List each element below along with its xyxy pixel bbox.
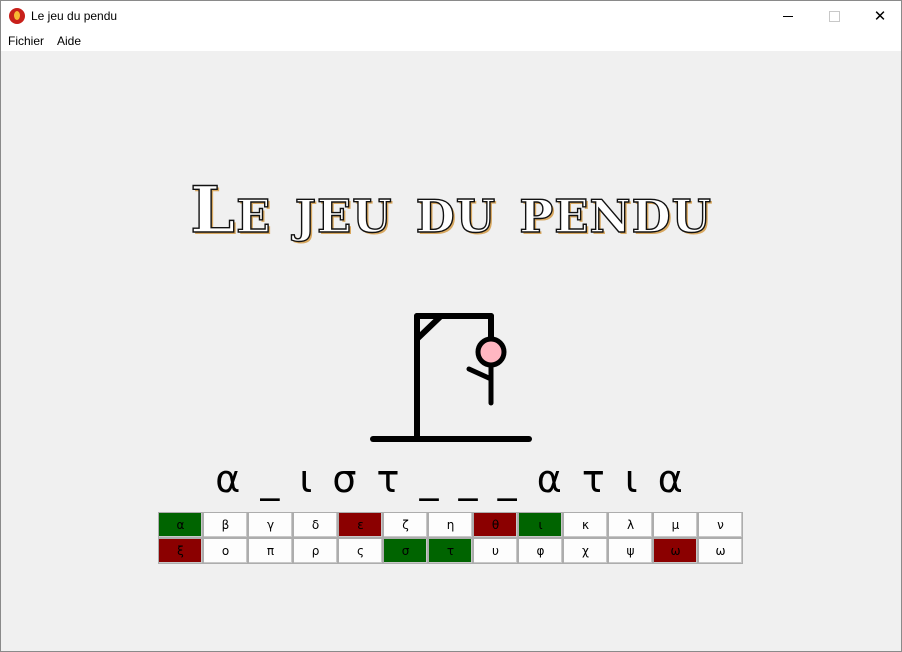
menu-help[interactable]: Aide <box>57 34 81 48</box>
gallows-brace <box>414 313 444 342</box>
flame-icon <box>9 8 25 24</box>
letter-key[interactable]: χ <box>563 538 608 564</box>
letter-key[interactable]: ο <box>203 538 248 564</box>
letter-key[interactable]: σ <box>383 538 428 564</box>
gallows-drawing <box>370 313 532 442</box>
game-heading: Le jeu du pendu <box>189 172 712 248</box>
letter-keyboard: αβγδεζηθικλμνξοπρςστυφχψωω <box>158 512 743 564</box>
letter-key[interactable]: μ <box>653 512 698 538</box>
menu-bar: Fichier Aide <box>1 31 901 51</box>
letter-key[interactable]: υ <box>473 538 518 564</box>
letter-key[interactable]: ω <box>653 538 698 564</box>
letter-key[interactable]: ω <box>698 538 743 564</box>
menu-file[interactable]: Fichier <box>8 34 44 48</box>
letter-key[interactable]: ρ <box>293 538 338 564</box>
title-bar[interactable]: Le jeu du pendu ✕ <box>1 1 901 31</box>
minimize-button[interactable] <box>765 1 811 31</box>
letter-key[interactable]: θ <box>473 512 518 538</box>
letter-key[interactable]: δ <box>293 512 338 538</box>
maximize-icon <box>828 10 840 22</box>
letter-key[interactable]: π <box>248 538 293 564</box>
window-title: Le jeu du pendu <box>31 9 118 23</box>
letter-key[interactable]: ξ <box>158 538 203 564</box>
letter-key[interactable]: ζ <box>383 512 428 538</box>
close-icon: ✕ <box>873 6 887 25</box>
app-window: Le jeu du pendu ✕ Fichier Aide Le jeu du… <box>0 0 902 652</box>
hangman-head <box>475 336 507 368</box>
close-button[interactable]: ✕ <box>857 1 902 31</box>
guessed-word: α _ ι σ τ _ _ _ α τ ι α <box>215 457 687 501</box>
minimize-icon <box>783 15 793 17</box>
hangman-arm <box>466 366 494 382</box>
letter-key[interactable]: ε <box>338 512 383 538</box>
letter-key[interactable]: ς <box>338 538 383 564</box>
letter-key[interactable]: η <box>428 512 473 538</box>
letter-key[interactable]: ψ <box>608 538 653 564</box>
letter-key[interactable]: γ <box>248 512 293 538</box>
letter-key[interactable]: φ <box>518 538 563 564</box>
letter-key[interactable]: τ <box>428 538 473 564</box>
letter-key[interactable]: ν <box>698 512 743 538</box>
letter-key[interactable]: α <box>158 512 203 538</box>
maximize-button[interactable] <box>811 1 857 31</box>
letter-key[interactable]: κ <box>563 512 608 538</box>
letter-key[interactable]: ι <box>518 512 563 538</box>
letter-key[interactable]: λ <box>608 512 653 538</box>
letter-key[interactable]: β <box>203 512 248 538</box>
